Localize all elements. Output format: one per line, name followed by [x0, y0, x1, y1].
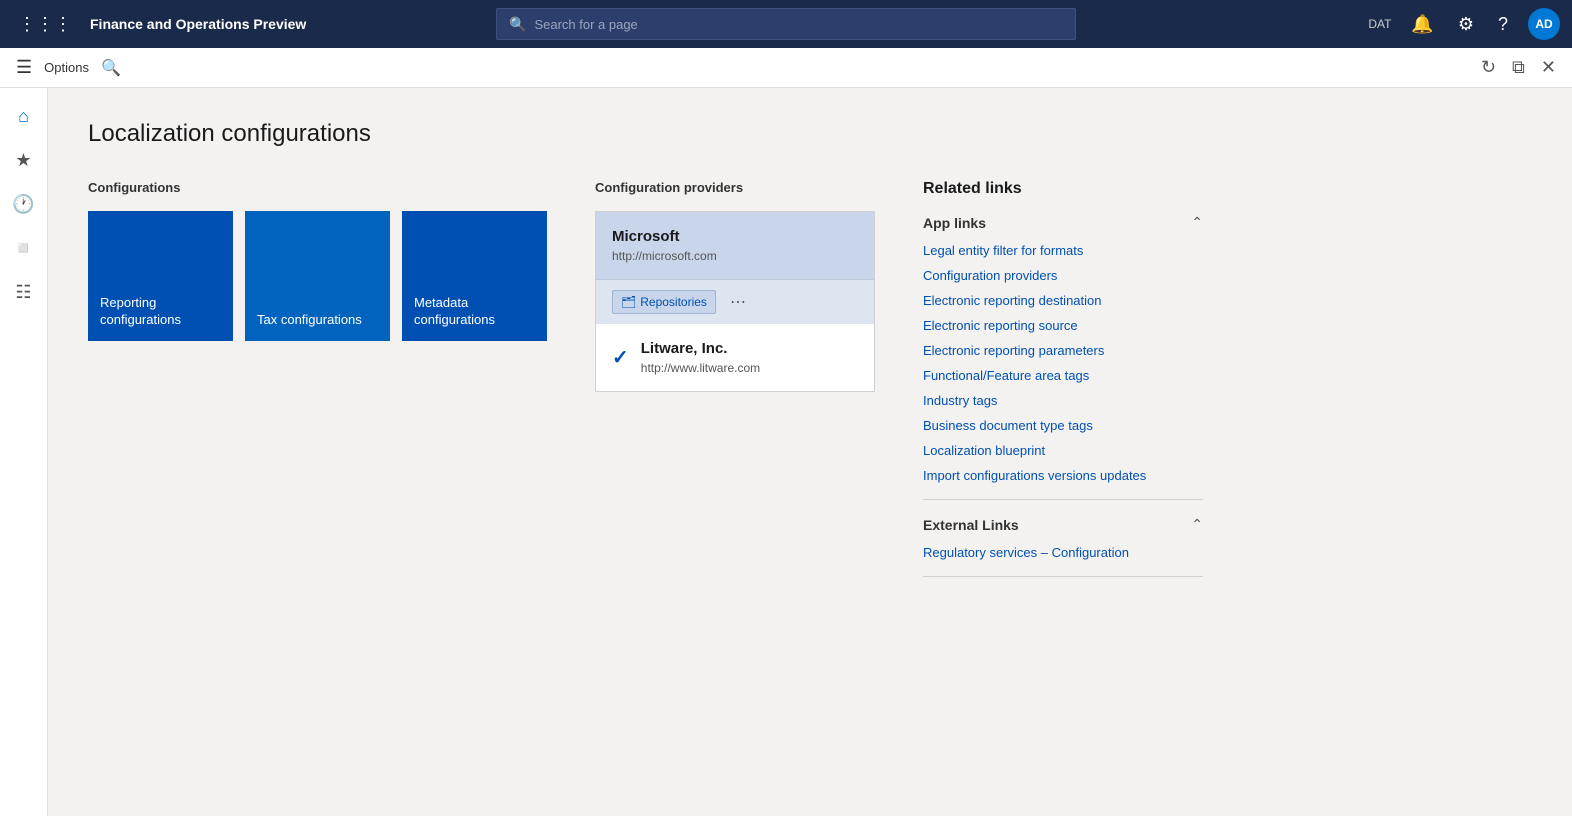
- sidebar-modules[interactable]: ☷: [4, 272, 44, 312]
- refresh-icon[interactable]: ↻: [1481, 57, 1496, 78]
- link-legal-entity-filter[interactable]: Legal entity filter for formats: [923, 243, 1203, 258]
- app-title: Finance and Operations Preview: [90, 16, 306, 32]
- search-icon: 🔍: [509, 16, 526, 33]
- sidebar-home[interactable]: ⌂: [4, 96, 44, 136]
- hamburger-icon[interactable]: ☰: [16, 57, 32, 78]
- link-functional-feature-area-tags[interactable]: Functional/Feature area tags: [923, 368, 1203, 383]
- config-tiles: Reporting configurations Tax configurati…: [88, 211, 547, 341]
- sidebar-workspaces[interactable]: ◽: [4, 228, 44, 268]
- main-content: Localization configurations Configuratio…: [48, 88, 1572, 816]
- app-links-label: App links: [923, 215, 986, 231]
- more-options-icon[interactable]: ⋯: [724, 288, 752, 316]
- toolbar-search-icon[interactable]: 🔍: [101, 58, 121, 78]
- link-business-document-type-tags[interactable]: Business document type tags: [923, 418, 1203, 433]
- open-new-icon[interactable]: ⧉: [1512, 57, 1525, 78]
- repositories-icon: 🗂: [621, 295, 636, 309]
- link-industry-tags[interactable]: Industry tags: [923, 393, 1203, 408]
- top-navbar: ⋮⋮⋮ Finance and Operations Preview 🔍 DAT…: [0, 0, 1572, 48]
- left-sidebar: ⌂ ★ 🕐 ◽ ☷: [0, 88, 48, 816]
- providers-section: Configuration providers Microsoft http:/…: [595, 180, 875, 392]
- provider-microsoft-url: http://microsoft.com: [612, 249, 858, 263]
- page-title: Localization configurations: [88, 120, 1532, 148]
- tile-tax-configurations[interactable]: Tax configurations: [245, 211, 390, 341]
- sub-toolbar: ☰ Options 🔍 ↻ ⧉ ✕: [0, 48, 1572, 88]
- settings-icon[interactable]: ⚙: [1454, 10, 1478, 39]
- app-links-collapse-icon[interactable]: ⌃: [1191, 214, 1203, 231]
- link-localization-blueprint[interactable]: Localization blueprint: [923, 443, 1203, 458]
- sidebar-recent[interactable]: 🕐: [4, 184, 44, 224]
- avatar-initials: AD: [1535, 17, 1552, 31]
- provider-card-container: Microsoft http://microsoft.com 🗂 Reposit…: [595, 211, 875, 392]
- options-label: Options: [44, 60, 89, 75]
- divider-1: [923, 499, 1203, 500]
- provider-wrapper: Microsoft http://microsoft.com 🗂 Reposit…: [595, 211, 875, 392]
- related-links-title: Related links: [923, 180, 1203, 198]
- link-import-configurations-versions-updates[interactable]: Import configurations versions updates: [923, 468, 1203, 483]
- provider-microsoft-actions: 🗂 Repositories ⋯: [596, 280, 874, 324]
- nav-right: DAT 🔔 ⚙ ? AD: [1368, 8, 1560, 40]
- toolbar-actions: ↻ ⧉ ✕: [1481, 57, 1556, 78]
- avatar[interactable]: AD: [1528, 8, 1560, 40]
- external-links-collapse-icon[interactable]: ⌃: [1191, 516, 1203, 533]
- help-icon[interactable]: ?: [1494, 10, 1512, 39]
- content-grid: Configurations Reporting configurations …: [88, 180, 1532, 593]
- link-electronic-reporting-parameters[interactable]: Electronic reporting parameters: [923, 343, 1203, 358]
- active-check-icon: ✓: [612, 345, 629, 370]
- sidebar-favorites[interactable]: ★: [4, 140, 44, 180]
- link-electronic-reporting-destination[interactable]: Electronic reporting destination: [923, 293, 1203, 308]
- main-layout: ⌂ ★ 🕐 ◽ ☷ Localization configurations Co…: [0, 88, 1572, 816]
- app-links-header: App links ⌃: [923, 214, 1203, 231]
- provider-microsoft-card[interactable]: Microsoft http://microsoft.com: [596, 212, 874, 280]
- provider-litware-name: Litware, Inc.: [641, 340, 760, 357]
- providers-heading: Configuration providers: [595, 180, 875, 195]
- related-links-section: Related links App links ⌃ Legal entity f…: [923, 180, 1203, 593]
- repositories-button[interactable]: 🗂 Repositories: [612, 290, 716, 314]
- notification-icon[interactable]: 🔔: [1407, 10, 1437, 39]
- dat-label: DAT: [1368, 17, 1391, 31]
- provider-litware-card[interactable]: ✓ Litware, Inc. http://www.litware.com: [596, 324, 874, 391]
- close-icon[interactable]: ✕: [1541, 57, 1556, 78]
- external-links-label: External Links: [923, 517, 1019, 533]
- link-configuration-providers[interactable]: Configuration providers: [923, 268, 1203, 283]
- link-electronic-reporting-source[interactable]: Electronic reporting source: [923, 318, 1203, 333]
- link-regulatory-services-configuration[interactable]: Regulatory services – Configuration: [923, 545, 1203, 560]
- grid-icon[interactable]: ⋮⋮⋮: [12, 8, 78, 41]
- tile-metadata-configurations[interactable]: Metadata configurations: [402, 211, 547, 341]
- provider-litware-url: http://www.litware.com: [641, 361, 760, 375]
- configurations-section: Configurations Reporting configurations …: [88, 180, 547, 341]
- provider-microsoft-name: Microsoft: [612, 228, 858, 245]
- external-links-header: External Links ⌃: [923, 516, 1203, 533]
- configurations-heading: Configurations: [88, 180, 547, 195]
- search-bar[interactable]: 🔍: [496, 8, 1076, 40]
- search-input[interactable]: [534, 17, 1063, 32]
- repositories-label: Repositories: [640, 295, 707, 309]
- divider-2: [923, 576, 1203, 577]
- tile-reporting-configurations[interactable]: Reporting configurations: [88, 211, 233, 341]
